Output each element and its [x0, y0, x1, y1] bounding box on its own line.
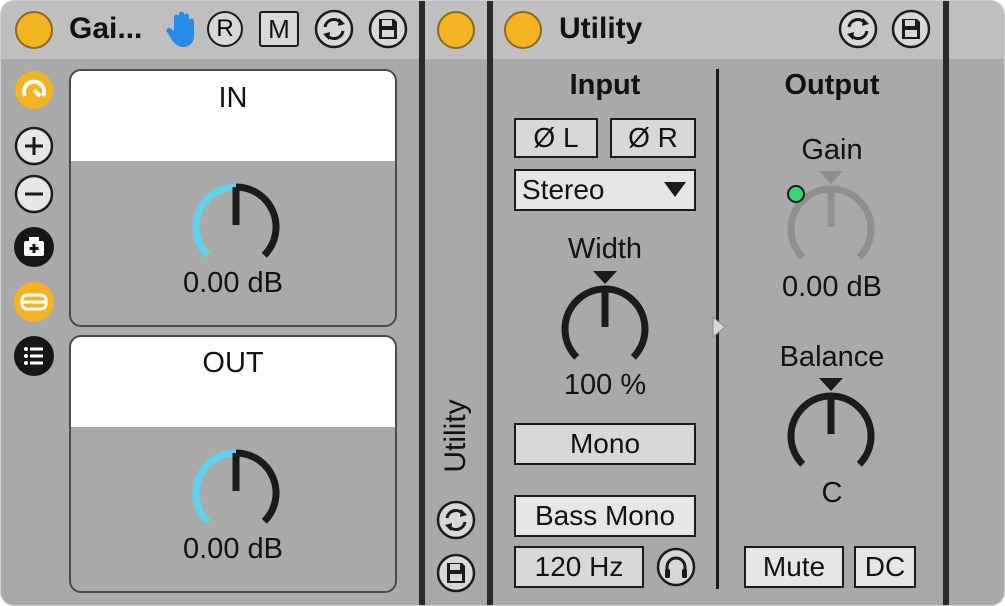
- macro-view-icon[interactable]: [13, 69, 55, 111]
- width-value: 100 %: [563, 369, 647, 401]
- dropdown-arrow-icon: [664, 182, 686, 197]
- utility-title[interactable]: Utility: [559, 14, 642, 44]
- dc-button[interactable]: DC: [854, 546, 916, 588]
- device-chain-window: Gai... R M IN 0.00 dB OUT 0.00 dB Utilit…: [0, 0, 1005, 606]
- gain-modulation-indicator: [787, 185, 805, 203]
- gain-pointer-icon: [819, 171, 843, 184]
- output-heading: Output: [784, 69, 880, 101]
- preset-list-icon[interactable]: [13, 335, 55, 377]
- macro-in[interactable]: IN 0.00 dB: [69, 69, 397, 327]
- chain-activator-toggle[interactable]: [437, 11, 475, 49]
- gain-value: 0.00 dB: [782, 271, 882, 303]
- balance-value: C: [821, 477, 843, 509]
- save-preset-icon[interactable]: [367, 8, 409, 50]
- show-chains-button[interactable]: R: [207, 11, 243, 47]
- macro-in-value: 0.00 dB: [183, 267, 283, 299]
- bass-mono-frequency[interactable]: 120 Hz: [514, 546, 644, 588]
- mono-button[interactable]: Mono: [514, 423, 696, 465]
- macro-in-label: IN: [218, 82, 248, 114]
- macro-out-label: OUT: [202, 347, 264, 379]
- utility-power-toggle[interactable]: [504, 11, 542, 49]
- chain-list-icon[interactable]: [13, 281, 55, 323]
- channel-mode-value: Stereo: [522, 174, 605, 205]
- phase-left-button[interactable]: Ø L: [514, 118, 598, 158]
- show-macros-button[interactable]: M: [259, 11, 299, 47]
- headphones-icon[interactable]: [655, 546, 697, 588]
- width-label: Width: [567, 233, 643, 265]
- mute-button[interactable]: Mute: [744, 546, 844, 588]
- balance-label: Balance: [779, 341, 885, 373]
- chain-save-icon[interactable]: [435, 552, 477, 594]
- channel-mode-select[interactable]: Stereo: [514, 169, 696, 211]
- rack-power-toggle[interactable]: [15, 11, 53, 49]
- remove-macro-icon[interactable]: [13, 173, 55, 215]
- input-heading: Input: [569, 69, 641, 101]
- empty-header: [949, 1, 1004, 59]
- phase-right-button[interactable]: Ø R: [610, 118, 696, 158]
- chain-hot-swap-icon[interactable]: [435, 499, 477, 541]
- width-knob[interactable]: [561, 285, 649, 373]
- macro-out-value: 0.00 dB: [183, 533, 283, 565]
- gain-label: Gain: [801, 134, 863, 166]
- m-label: M: [268, 14, 290, 44]
- utility-hot-swap-icon[interactable]: [837, 8, 879, 50]
- chain-vertical-label: Utility: [439, 399, 472, 473]
- utility-save-icon[interactable]: [890, 8, 932, 50]
- macro-out[interactable]: OUT 0.00 dB: [69, 335, 397, 593]
- bass-mono-button[interactable]: Bass Mono: [514, 495, 696, 537]
- macro-out-knob[interactable]: [192, 449, 280, 537]
- width-pointer-icon: [593, 271, 617, 284]
- hand-icon[interactable]: [165, 9, 199, 49]
- hot-swap-icon[interactable]: [313, 8, 355, 50]
- macro-in-knob[interactable]: [192, 183, 280, 271]
- add-macro-icon[interactable]: [13, 125, 55, 167]
- signal-flow-arrow-icon: [712, 315, 726, 339]
- balance-pointer-icon: [819, 378, 843, 391]
- randomize-icon[interactable]: [13, 226, 55, 268]
- empty-drop-area: [949, 59, 1004, 605]
- rack-title[interactable]: Gai...: [69, 14, 142, 44]
- balance-knob[interactable]: [787, 392, 875, 480]
- r-label: R: [216, 15, 234, 42]
